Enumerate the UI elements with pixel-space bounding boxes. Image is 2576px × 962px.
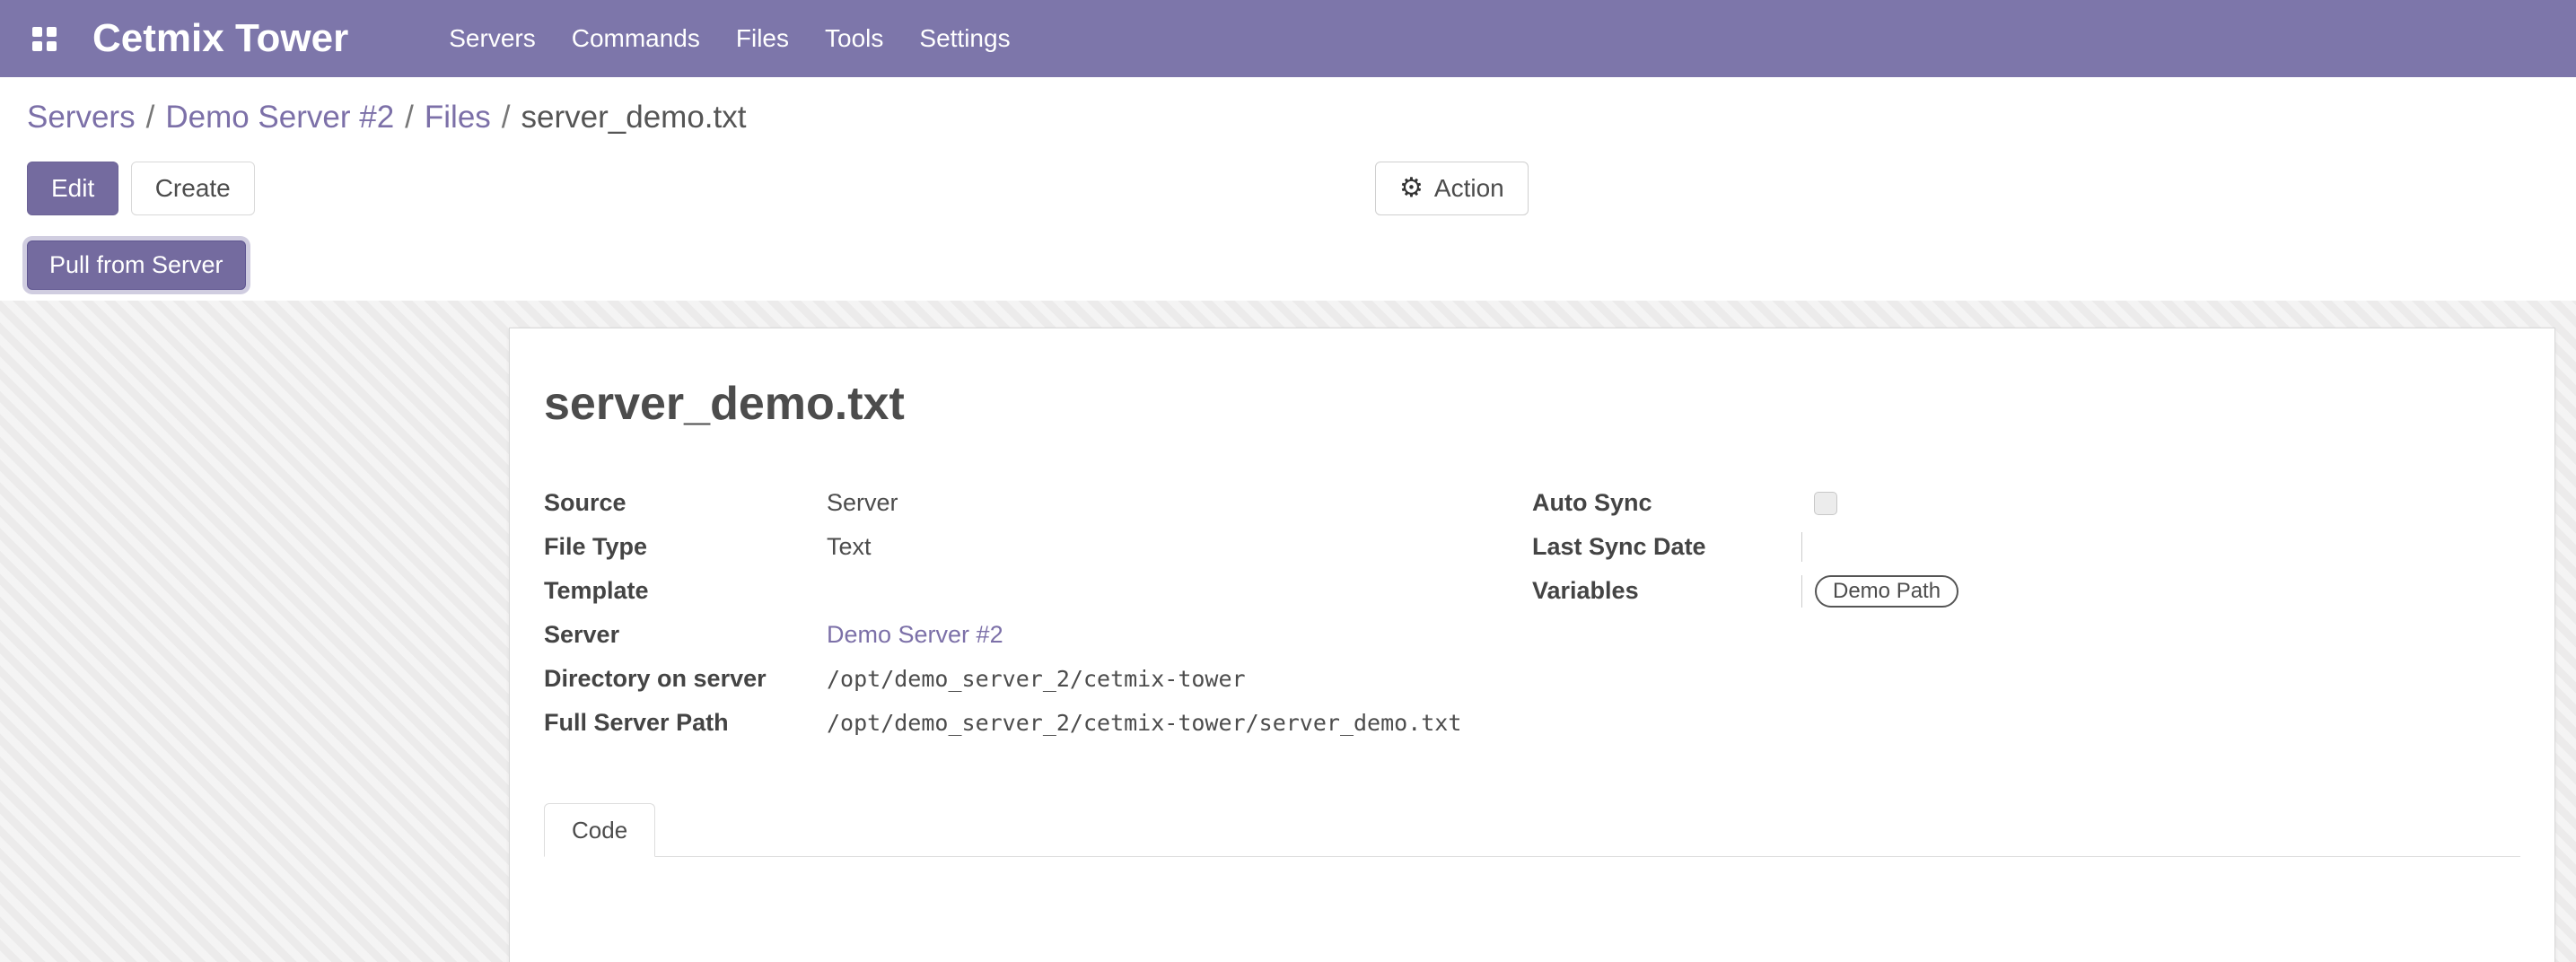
breadcrumb: Servers / Demo Server #2 / Files / server_demo… xyxy=(27,77,2549,138)
field-row: File TypeText xyxy=(544,525,1532,569)
breadcrumb-separator: / xyxy=(502,100,511,135)
field-value-link[interactable]: Demo Server #2 xyxy=(827,620,1003,650)
field-value xyxy=(1801,532,2520,562)
breadcrumb-link[interactable]: Files xyxy=(425,100,491,135)
field-value-text: /opt/demo_server_2/cetmix-tower/server_d… xyxy=(827,708,1461,738)
control-buttons-row: Edit Create ⚙ Action xyxy=(27,162,2549,215)
nav-menu-tools[interactable]: Tools xyxy=(825,24,883,53)
pull-from-server-button[interactable]: Pull from Server xyxy=(27,240,246,290)
field-value: /opt/demo_server_2/cetmix-tower/server_d… xyxy=(827,708,1532,738)
field-value: /opt/demo_server_2/cetmix-tower xyxy=(827,664,1532,694)
field-row: Directory on server/opt/demo_server_2/ce… xyxy=(544,657,1532,701)
field-row: Variables Demo Path xyxy=(1532,569,2520,613)
nav-menus: Servers Commands Files Tools Settings xyxy=(449,24,1010,53)
nav-menu-commands[interactable]: Commands xyxy=(572,24,700,53)
breadcrumb-separator: / xyxy=(146,100,155,135)
field-row: SourceServer xyxy=(544,481,1532,525)
field-groups: SourceServerFile TypeTextTemplateServerD… xyxy=(544,481,2520,745)
breadcrumb-current: server_demo.txt xyxy=(521,100,747,135)
field-label: Variables xyxy=(1532,576,1801,606)
field-label: Source xyxy=(544,488,827,518)
field-row: Last Sync Date xyxy=(1532,525,2520,569)
top-navbar: Cetmix Tower ServersCommandsFilesToolsSe… xyxy=(0,0,2576,77)
auto-sync-checkbox[interactable] xyxy=(1814,492,1837,515)
field-value: Demo Server #2 xyxy=(827,620,1532,650)
breadcrumb-link[interactable]: Servers xyxy=(27,100,136,135)
app-window: Cetmix Tower ServersCommandsFilesToolsSe… xyxy=(0,0,2576,962)
field-value: Text xyxy=(827,532,1532,562)
form-view-background: server_demo.txt SourceServerFile TypeTex… xyxy=(0,301,2576,962)
field-label: File Type xyxy=(544,532,827,562)
field-row: Template xyxy=(544,569,1532,613)
record-title: server_demo.txt xyxy=(544,377,2520,431)
field-value: Server xyxy=(827,488,1532,518)
field-row: ServerDemo Server #2 xyxy=(544,613,1532,657)
notebook: Code xyxy=(544,802,2520,962)
create-button[interactable]: Create xyxy=(131,162,255,215)
field-group-left: SourceServerFile TypeTextTemplateServerD… xyxy=(544,481,1532,745)
field-value xyxy=(827,576,1532,606)
field-label: Auto Sync xyxy=(1532,488,1801,518)
field-value-text: /opt/demo_server_2/cetmix-tower xyxy=(827,664,1246,694)
control-panel: Servers / Demo Server #2 / Files / server_demo… xyxy=(0,77,2576,301)
field-value-text: Text xyxy=(827,532,872,562)
statusbar: Pull from Server xyxy=(27,240,2549,290)
field-label: Template xyxy=(544,576,827,606)
tab-code[interactable]: Code xyxy=(544,803,655,857)
field-row: Auto Sync xyxy=(1532,481,2520,525)
tab-content-code xyxy=(544,857,2520,962)
variable-tag[interactable]: Demo Path xyxy=(1815,575,1958,608)
notebook-tabs: Code xyxy=(544,802,2520,857)
field-row: Full Server Path/opt/demo_server_2/cetmi… xyxy=(544,701,1532,745)
breadcrumb-link[interactable]: Demo Server #2 xyxy=(165,100,394,135)
field-label: Directory on server xyxy=(544,664,827,694)
field-group-right: Auto Sync Last Sync Date Variables Demo Pat… xyxy=(1532,481,2520,745)
nav-menu-servers[interactable]: Servers xyxy=(449,24,535,53)
nav-menu-files[interactable]: Files xyxy=(736,24,789,53)
apps-grid-icon xyxy=(32,27,57,51)
breadcrumb-separator: / xyxy=(405,100,414,135)
gear-icon: ⚙ xyxy=(1399,175,1424,202)
nav-menu-settings[interactable]: Settings xyxy=(919,24,1010,53)
apps-menu-button[interactable] xyxy=(25,20,64,58)
field-value xyxy=(1801,488,2520,518)
action-menu-button[interactable]: ⚙ Action xyxy=(1375,162,1529,215)
edit-button[interactable]: Edit xyxy=(27,162,118,215)
form-sheet: server_demo.txt SourceServerFile TypeTex… xyxy=(509,328,2555,962)
field-value: Demo Path xyxy=(1801,575,2520,608)
field-label: Full Server Path xyxy=(544,708,827,738)
action-label: Action xyxy=(1434,176,1504,201)
field-value-text: Server xyxy=(827,488,898,518)
app-brand[interactable]: Cetmix Tower xyxy=(92,16,348,61)
field-label: Last Sync Date xyxy=(1532,532,1801,562)
field-label: Server xyxy=(544,620,827,650)
